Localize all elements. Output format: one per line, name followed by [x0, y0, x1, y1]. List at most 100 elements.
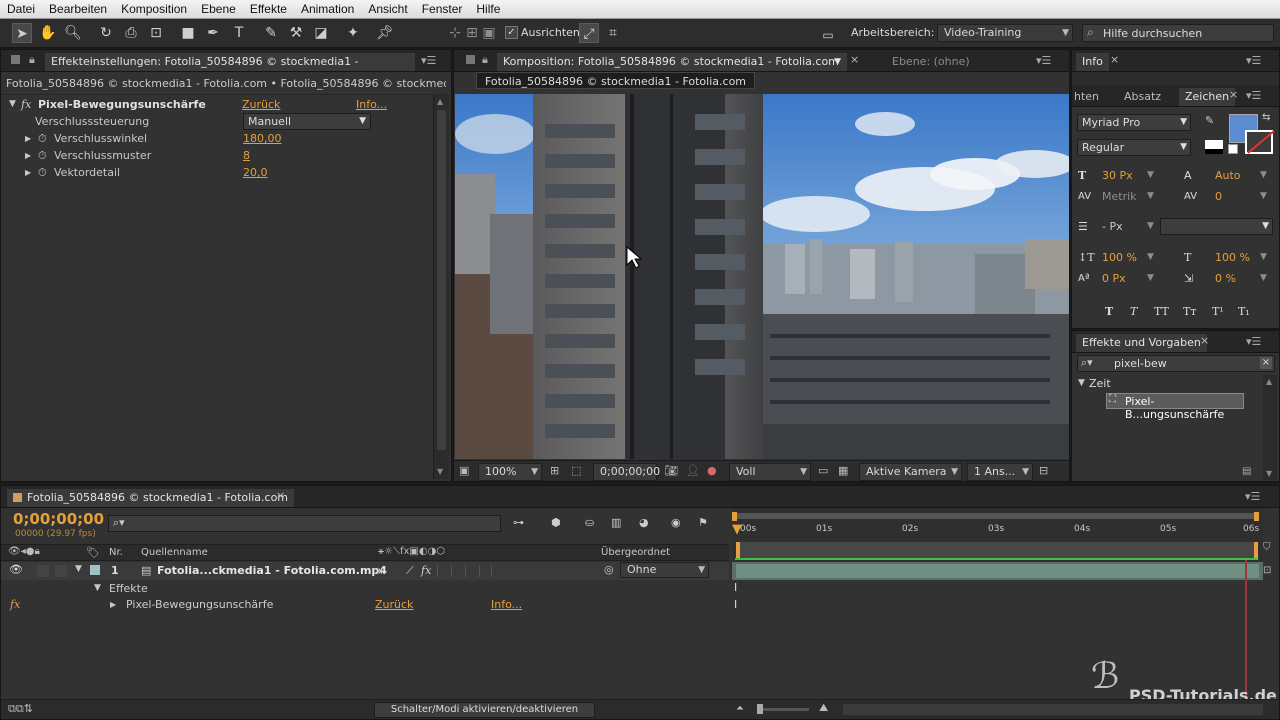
col-source-name[interactable]: Quellenname: [141, 547, 208, 558]
effects-group-label[interactable]: Effekte: [109, 582, 148, 595]
scrollbar[interactable]: ▲ ▼: [1263, 375, 1277, 480]
stroke-color-swatch[interactable]: [1245, 130, 1275, 154]
roto-brush-tool-icon[interactable]: ✦: [343, 23, 363, 43]
current-time-display[interactable]: 0;00;00;00: [13, 510, 104, 528]
shutter-control-select[interactable]: Manuell ▼: [243, 113, 371, 130]
stroke-style-select[interactable]: ▼: [1160, 218, 1273, 235]
close-icon[interactable]: ×: [1110, 53, 1119, 66]
horizontal-scale-value[interactable]: 100 %: [1215, 249, 1250, 266]
toggle-pixel-icon[interactable]: ⊟: [1039, 464, 1048, 477]
expand-triangle-icon[interactable]: ▶: [110, 600, 116, 609]
motion-blur-icon[interactable]: ◕: [639, 516, 649, 529]
expand-triangle-icon[interactable]: ▶: [25, 164, 31, 181]
menu-datei[interactable]: Datei: [0, 2, 42, 16]
expand-triangle-icon[interactable]: ▼: [9, 96, 16, 113]
all-caps-button[interactable]: TT: [1154, 303, 1169, 320]
font-style-select[interactable]: Regular ▼: [1077, 139, 1191, 156]
comp-marker-icon[interactable]: ⛉: [1263, 542, 1271, 553]
timeline-effect-name[interactable]: Pixel-Bewegungsunschärfe: [126, 598, 273, 611]
graph-editor-icon[interactable]: ◉: [671, 516, 681, 529]
info-link[interactable]: Info...: [491, 598, 522, 611]
toggle-switches-modes-button[interactable]: Schalter/Modi aktivieren/deaktivieren: [374, 702, 595, 718]
info-link[interactable]: Info...: [356, 96, 387, 113]
parent-select[interactable]: Ohne ▼: [620, 562, 709, 578]
resolution-select[interactable]: Voll ▼: [729, 463, 811, 481]
stroke-width-value[interactable]: - Px: [1102, 218, 1123, 235]
effect-switch-icon[interactable]: fx: [421, 564, 431, 577]
time-ruler[interactable]: 00s 01s 02s 03s 04s 05s 06s ▼: [732, 508, 1263, 564]
lock-icon[interactable]: 🔒︎: [482, 53, 488, 67]
help-search-input[interactable]: ⌕ Hilfe durchsuchen: [1082, 24, 1274, 42]
stopwatch-icon[interactable]: ⏱: [38, 130, 47, 147]
panel-menu-icon[interactable]: ▾☰: [421, 54, 436, 67]
grid-icon[interactable]: ⊞: [550, 464, 559, 477]
expand-triangle-icon[interactable]: ▼: [1078, 375, 1085, 392]
snap-icon[interactable]: ⤢: [579, 23, 599, 43]
menu-ebene[interactable]: Ebene: [194, 2, 243, 16]
menu-komposition[interactable]: Komposition: [114, 2, 194, 16]
new-folder-icon[interactable]: ▤: [1242, 466, 1251, 477]
horizontal-scrollbar[interactable]: [843, 704, 1263, 715]
scroll-thumb[interactable]: [437, 110, 446, 450]
camera-tool-icon[interactable]: ⎙: [121, 23, 141, 43]
panel-close-icon[interactable]: [466, 55, 475, 64]
expand-layer-switches-icon[interactable]: ⧉⧉⇅: [8, 702, 33, 716]
menu-ansicht[interactable]: Ansicht: [361, 2, 414, 16]
frame-blending-icon[interactable]: ▥: [611, 516, 621, 529]
selection-tool-icon[interactable]: ➤: [12, 23, 32, 43]
stopwatch-icon[interactable]: ⏱: [38, 147, 47, 164]
mini-flowchart-icon[interactable]: ⊶: [513, 516, 524, 529]
composition-subtab[interactable]: Fotolia_50584896 © stockmedia1 - Fotolia…: [476, 72, 756, 89]
camera-select[interactable]: Aktive Kamera ▼: [859, 463, 962, 481]
time-navigator[interactable]: [734, 513, 1259, 519]
collapse-switch-icon[interactable]: ⚹: [377, 564, 384, 578]
tab-character[interactable]: Zeichen: [1179, 88, 1236, 106]
shutter-angle-value[interactable]: 180,00: [243, 130, 282, 147]
tsume-value[interactable]: 0 %: [1215, 270, 1236, 287]
leading-value[interactable]: Auto: [1215, 167, 1241, 184]
faux-bold-button[interactable]: T: [1105, 303, 1113, 320]
pickwhip-icon[interactable]: ◎: [604, 563, 614, 576]
effect-preset-item[interactable]: ⛶ Pixel-B...ungsunschärfe: [1106, 393, 1244, 421]
scrollbar[interactable]: ▲ ▼: [433, 94, 449, 479]
shutter-pattern-value[interactable]: 8: [243, 147, 250, 164]
snapshot-icon[interactable]: 📷︎: [664, 464, 678, 477]
panel-menu-icon[interactable]: ▾☰: [1036, 54, 1051, 67]
puppet-pin-tool-icon[interactable]: 📌︎: [375, 23, 395, 43]
playhead-icon[interactable]: ▼: [732, 522, 742, 537]
mask-feather-icon[interactable]: ⌗: [603, 23, 623, 43]
zoom-tool-icon[interactable]: 🔍︎: [63, 23, 83, 43]
chevron-down-icon[interactable]: ▼: [1147, 188, 1154, 205]
layer-name[interactable]: Fotolia...ckmedia1 - Fotolia.com.mp4: [157, 564, 387, 577]
close-icon[interactable]: ×: [1229, 88, 1238, 101]
panel-menu-icon[interactable]: ▾☰: [1246, 54, 1261, 67]
view-layout-select[interactable]: 1 Ans... ▼: [967, 463, 1033, 481]
brainstorm-icon[interactable]: ⚑: [698, 516, 708, 529]
text-tool-icon[interactable]: T: [229, 23, 249, 43]
eraser-tool-icon[interactable]: ◪: [311, 23, 331, 43]
tab-composition[interactable]: Komposition: Fotolia_50584896 © stockmed…: [497, 53, 847, 71]
eyedropper-icon[interactable]: ✎: [1205, 114, 1214, 127]
roi-icon[interactable]: ▭: [818, 464, 828, 477]
baseline-shift-value[interactable]: 0 Px: [1102, 270, 1126, 287]
brush-tool-icon[interactable]: ✎: [261, 23, 281, 43]
rotate-tool-icon[interactable]: ↻: [96, 23, 116, 43]
expand-triangle-icon[interactable]: ▼: [94, 583, 101, 593]
tab-effect-controls[interactable]: Effekteinstellungen: Fotolia_50584896 © …: [45, 53, 415, 71]
font-size-value[interactable]: 30 Px: [1102, 167, 1133, 184]
tab-timeline[interactable]: Fotolia_50584896 © stockmedia1 - Fotolia…: [7, 489, 295, 507]
fx-icon[interactable]: fx: [10, 598, 20, 611]
workspace-select[interactable]: Video-Training ▼: [937, 24, 1073, 42]
panel-menu-icon[interactable]: ▾☰: [1246, 89, 1261, 102]
clear-search-icon[interactable]: ×: [1260, 357, 1272, 369]
menu-hilfe[interactable]: Hilfe: [469, 2, 507, 16]
fx-icon[interactable]: fx: [21, 96, 31, 113]
keyframe-marker[interactable]: I: [734, 581, 737, 594]
chevron-down-icon[interactable]: ▼: [1260, 270, 1267, 287]
solo-checkbox[interactable]: [37, 565, 49, 577]
visibility-eye-icon[interactable]: 👁︎: [9, 563, 23, 576]
swap-colors-icon[interactable]: ⇆: [1262, 112, 1270, 123]
panel-menu-icon[interactable]: ▾☰: [1246, 335, 1261, 348]
tab-info[interactable]: Info: [1076, 53, 1109, 71]
pan-behind-tool-icon[interactable]: ⊡: [146, 23, 166, 43]
